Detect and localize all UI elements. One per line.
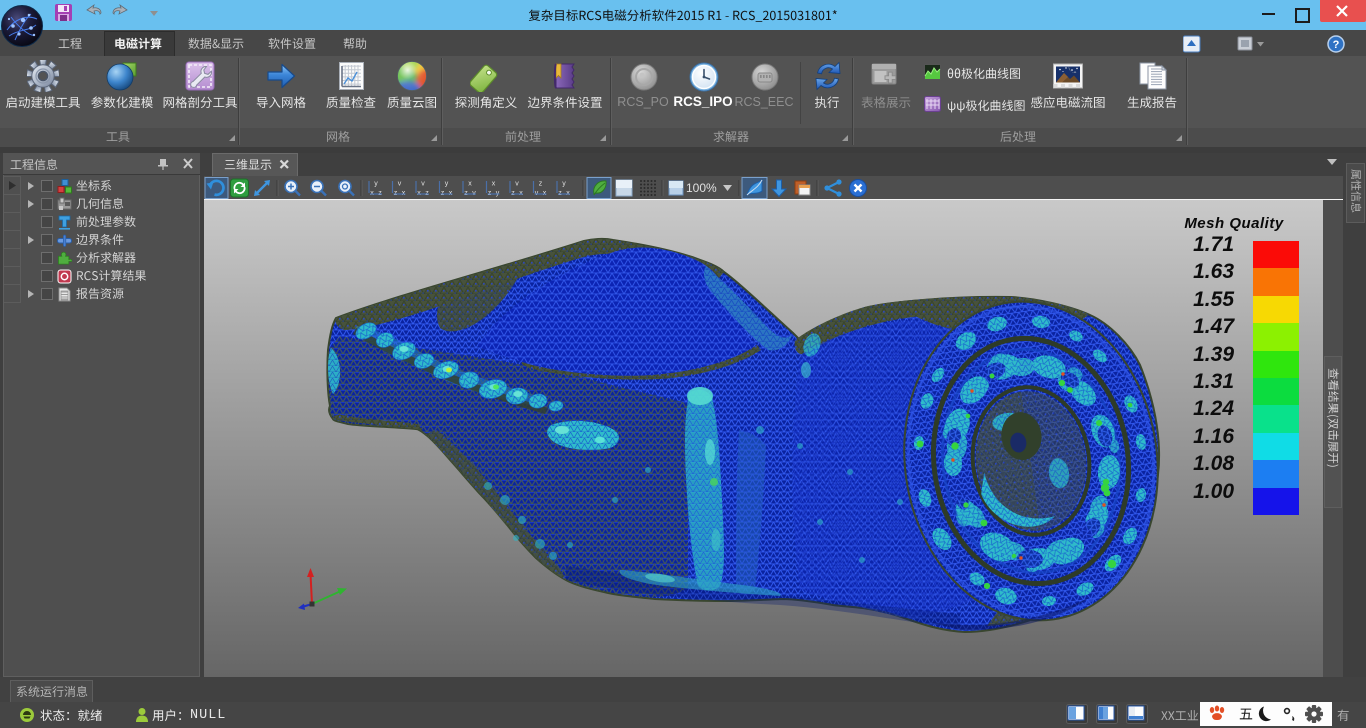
svg-text:v: v (515, 181, 519, 188)
svg-text:?: ? (1333, 39, 1340, 51)
svg-text:100%: 100% (686, 181, 717, 195)
svg-text:y: y (374, 181, 378, 188)
svg-text:y: y (562, 181, 566, 188)
svg-text:z: z (539, 181, 543, 188)
svg-text:v: v (398, 181, 402, 188)
svg-text:y: y (445, 181, 449, 188)
svg-text:x: x (468, 181, 472, 188)
svg-text:x: x (492, 181, 496, 188)
svg-text:v: v (421, 181, 425, 188)
